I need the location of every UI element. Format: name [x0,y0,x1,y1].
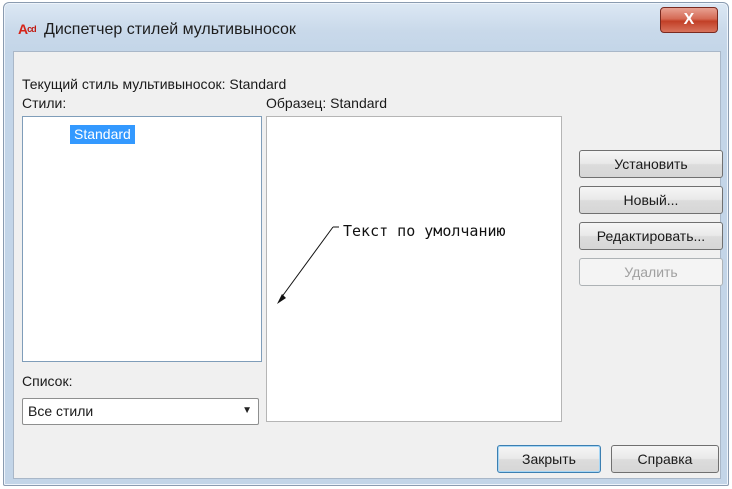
close-icon: X [683,11,695,28]
new-style-button[interactable]: Новый... [579,186,723,214]
set-current-button[interactable]: Установить [579,150,723,178]
modify-style-button[interactable]: Редактировать... [579,222,723,250]
autocad-app-icon: Acd [18,21,37,37]
leader-line [280,226,334,299]
close-window-button[interactable]: X [660,7,718,33]
style-preview-pane: Текст по умолчанию [266,116,562,422]
list-filter-value: Все стили [28,403,94,419]
list-filter-label: Список: [22,373,73,389]
dialog-window: Acd Диспетчер стилей мультивыносок X Тек… [3,2,729,486]
styles-label: Стили: [22,95,67,111]
leader-preview-graphic: Текст по умолчанию [277,222,506,304]
styles-listbox[interactable]: Standard [22,116,262,362]
help-button[interactable]: Справка [611,445,719,473]
leader-preview-text: Текст по умолчанию [343,222,506,240]
preview-label: Образец: Standard [266,95,387,111]
chevron-down-icon: ▼ [242,405,252,416]
style-list-item-standard[interactable]: Standard [70,125,135,144]
leader-arrowhead-icon [277,294,286,304]
delete-style-button[interactable]: Удалить [579,258,723,286]
window-title: Диспетчер стилей мультивыносок [44,21,296,38]
close-button[interactable]: Закрыть [497,445,601,473]
title-bar[interactable]: Acd Диспетчер стилей мультивыносок X [4,3,728,51]
current-style-label: Текущий стиль мультивыносок: Standard [22,76,287,92]
dialog-body: Текущий стиль мультивыносок: Standard Ст… [13,51,723,479]
list-filter-dropdown[interactable]: Все стили ▼ [22,398,259,425]
